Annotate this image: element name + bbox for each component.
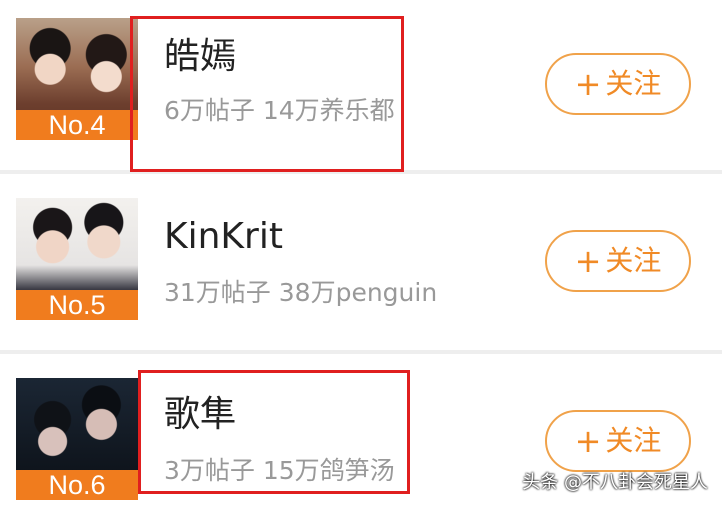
plus-icon: + (574, 242, 602, 280)
follow-label: 关注 (605, 67, 662, 100)
follow-label: 关注 (605, 424, 662, 457)
follow-button[interactable]: + 关注 (545, 230, 691, 292)
community-stats: 31万帖子 38万penguin (164, 278, 438, 307)
plus-icon: + (574, 65, 602, 103)
follow-button[interactable]: + 关注 (545, 53, 691, 115)
rank-badge: No.4 (16, 110, 138, 140)
watermark: 头条 @不八卦会死星人 (522, 472, 708, 493)
follow-label: 关注 (605, 244, 662, 277)
rank-badge: No.5 (16, 290, 138, 320)
plus-icon: + (574, 422, 602, 460)
list-item[interactable]: No.5 KinKrit 31万帖子 38万penguin + 关注 (0, 174, 722, 350)
follow-button[interactable]: + 关注 (545, 410, 691, 472)
cover-image[interactable]: No.5 (16, 198, 138, 320)
ranking-list: No.4 皓嫣 6万帖子 14万养乐都 + 关注 No.5 KinKrit 31万… (0, 0, 722, 506)
highlight-box (130, 16, 404, 172)
cover-image[interactable]: No.4 (16, 18, 138, 140)
highlight-box (138, 370, 410, 494)
community-name[interactable]: KinKrit (164, 216, 283, 258)
cover-image[interactable]: No.6 (16, 378, 138, 500)
rank-badge: No.6 (16, 470, 138, 500)
